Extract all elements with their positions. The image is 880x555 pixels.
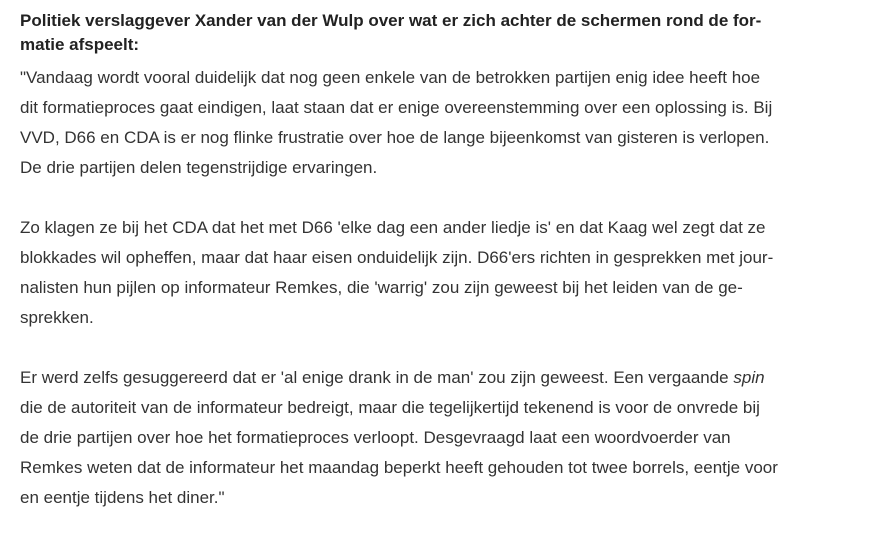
paragraph-line: Remkes weten dat de informateur het maan… <box>20 458 778 477</box>
paragraph-line: VVD, D66 en CDA is er nog flinke frustra… <box>20 128 770 147</box>
intro-line: matie afspeelt: <box>20 35 140 54</box>
paragraph-line: Er werd zelfs gesuggereerd dat er 'al en… <box>20 363 850 393</box>
paragraph-line: en eentje tijdens het diner." <box>20 488 225 507</box>
paragraph-line: sprekken. <box>20 308 94 327</box>
paragraph-3: Er werd zelfs gesuggereerd dat er 'al en… <box>20 363 850 513</box>
paragraph-line: De drie partijen delen tegenstrijdige er… <box>20 158 378 177</box>
paragraph-line: die de autoriteit van de informateur bed… <box>20 398 760 417</box>
paragraph-line: de drie partijen over hoe het formatiepr… <box>20 428 731 447</box>
paragraph-line: dit formatieproces gaat eindigen, laat s… <box>20 98 773 117</box>
paragraph-line: Zo klagen ze bij het CDA dat het met D66… <box>20 218 766 237</box>
paragraph-text: Er werd zelfs gesuggereerd dat er 'al en… <box>20 368 734 387</box>
paragraph-line: "Vandaag wordt vooral duidelijk dat nog … <box>20 68 761 87</box>
paragraph-line: nalisten hun pijlen op informateur Remke… <box>20 278 743 297</box>
intro-line: Politiek verslaggever Xander van der Wul… <box>20 11 762 30</box>
article: Politiek verslaggever Xander van der Wul… <box>20 9 850 543</box>
paragraph-1: "Vandaag wordt vooral duidelijk dat nog … <box>20 63 850 183</box>
italic-term: spin <box>733 368 765 387</box>
article-intro: Politiek verslaggever Xander van der Wul… <box>20 9 850 57</box>
paragraph-2: Zo klagen ze bij het CDA dat het met D66… <box>20 213 850 333</box>
paragraph-line: blokkades wil opheffen, maar dat haar ei… <box>20 248 774 267</box>
